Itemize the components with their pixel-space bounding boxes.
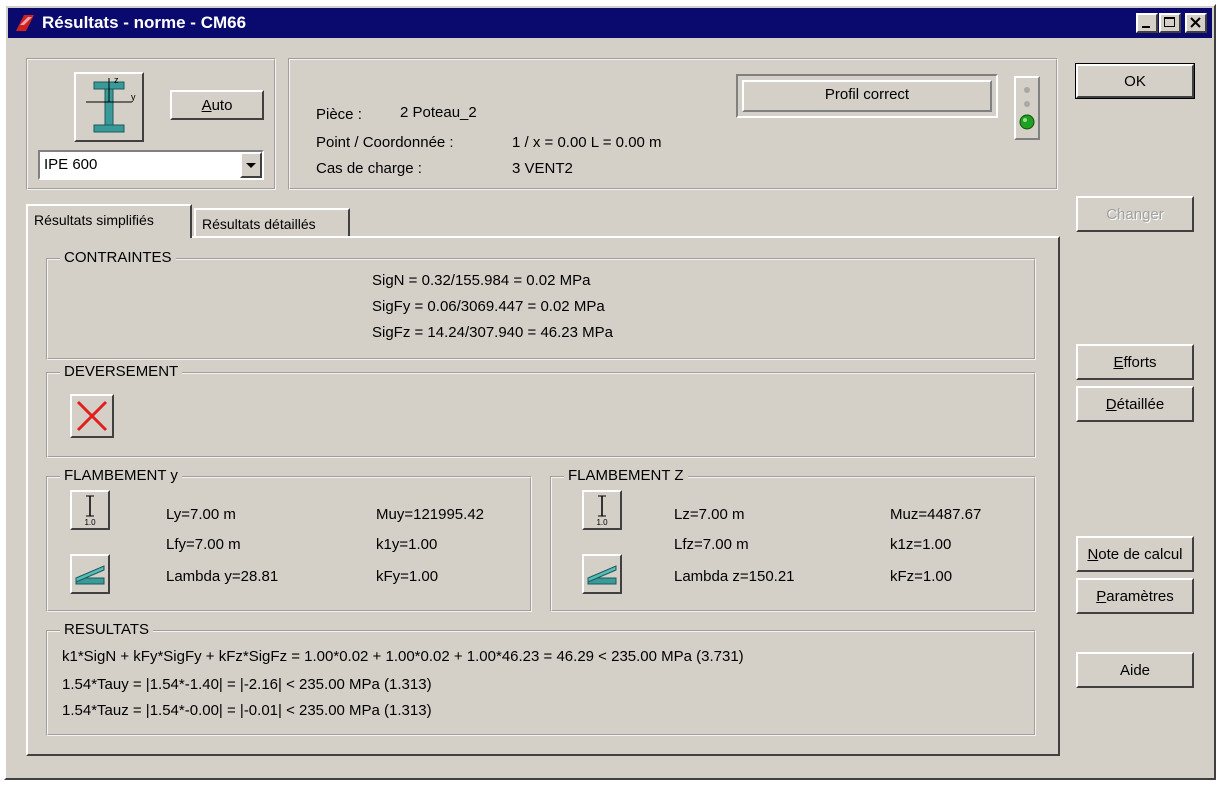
dialog-window: Résultats - norme - CM66 z y Auto IPE 60… bbox=[4, 4, 1216, 780]
resultat-line: 1.54*Tauy = |1.54*-1.40| = |-2.16| < 235… bbox=[62, 676, 432, 693]
k1z-value: k1z=1.00 bbox=[890, 536, 952, 553]
profile-select[interactable]: IPE 600 bbox=[38, 150, 264, 180]
buckling-length-z-button[interactable]: 1.0 bbox=[582, 490, 622, 530]
resultats-title: RESULTATS bbox=[60, 621, 154, 638]
piece-label: Pièce : bbox=[316, 106, 362, 123]
deversement-group: DEVERSEMENT bbox=[46, 363, 1036, 458]
sigfz-line: SigFz = 14.24/307.940 = 46.23 MPa bbox=[372, 324, 614, 341]
resultat-line: 1.54*Tauz = |1.54*-0.00| = |-0.01| < 235… bbox=[62, 702, 432, 719]
info-panel: Pièce : 2 Poteau_2 Point / Coordonnée : … bbox=[288, 58, 1058, 190]
deversement-button[interactable] bbox=[70, 394, 114, 438]
i-beam-section-icon: z y bbox=[86, 75, 136, 133]
tab-label: Résultats détaillés bbox=[202, 216, 316, 232]
efforts-button[interactable]: Efforts bbox=[1076, 344, 1194, 380]
buckling-diagram-icon bbox=[587, 565, 617, 585]
deversement-title: DEVERSEMENT bbox=[60, 363, 183, 380]
note-accel: N bbox=[1087, 545, 1099, 563]
lfy-value: Lfy=7.00 m bbox=[166, 536, 241, 553]
tab-page: CONTRAINTES SigN = 0.32/155.984 = 0.02 M… bbox=[26, 236, 1060, 756]
buckling-params-y-button[interactable] bbox=[70, 554, 110, 594]
maximize-icon bbox=[1164, 17, 1175, 27]
changer-label: Changer bbox=[1106, 205, 1164, 223]
status-field: Profil correct bbox=[736, 74, 998, 118]
buckling-params-z-button[interactable] bbox=[582, 554, 622, 594]
detaillee-button[interactable]: Détaillée bbox=[1076, 386, 1194, 422]
parametres-button[interactable]: Paramètres bbox=[1076, 578, 1194, 614]
close-icon bbox=[1190, 17, 1201, 28]
lz-value: Lz=7.00 m bbox=[674, 506, 745, 523]
kfy-value: kFy=1.00 bbox=[376, 568, 439, 585]
aide-button[interactable]: Aide bbox=[1076, 652, 1194, 688]
auto-button[interactable]: Auto bbox=[170, 90, 264, 120]
flambement-y-title: FLAMBEMENT y bbox=[60, 467, 182, 484]
k1y-value: k1y=1.00 bbox=[376, 536, 438, 553]
flambement-z-group: FLAMBEMENT Z 1.0 Lz=7.00 m Lfz=7.00 m La… bbox=[550, 467, 1036, 612]
flambement-z-title: FLAMBEMENT Z bbox=[564, 467, 688, 484]
axis-y-label: y bbox=[131, 92, 136, 102]
ly-value: Ly=7.00 m bbox=[166, 506, 236, 523]
buckling-diagram-icon bbox=[75, 565, 105, 585]
app-logo-icon bbox=[16, 15, 34, 31]
efforts-label: fforts bbox=[1123, 353, 1157, 371]
resultat-line: k1*SigN + kFy*SigFy + kFz*SigFz = 1.00*0… bbox=[62, 648, 744, 665]
title-bar[interactable]: Résultats - norme - CM66 bbox=[8, 8, 1212, 38]
muy-value: Muy=121995.42 bbox=[376, 506, 485, 523]
parametres-label: aramètres bbox=[1106, 587, 1174, 605]
status-text: Profil correct bbox=[742, 80, 992, 112]
profile-select-value: IPE 600 bbox=[44, 156, 98, 173]
ok-button[interactable]: OK bbox=[1075, 63, 1195, 99]
buckling-length-icon: 1.0 bbox=[84, 495, 96, 527]
piece-value: 2 Poteau_2 bbox=[400, 104, 477, 121]
traffic-light-icon bbox=[1019, 87, 1035, 130]
ok-label: OK bbox=[1124, 72, 1146, 90]
case-label: Cas de charge : bbox=[316, 160, 422, 177]
minimize-button[interactable] bbox=[1136, 13, 1158, 33]
detaillee-accel: D bbox=[1105, 395, 1117, 413]
lfz-value: Lfz=7.00 m bbox=[674, 536, 749, 553]
lambda-z-value: Lambda z=150.21 bbox=[674, 568, 795, 585]
tab-resultats-simplifies[interactable]: Résultats simplifiés bbox=[26, 204, 192, 238]
aide-label: Aide bbox=[1119, 661, 1151, 679]
note-label: ote de calcul bbox=[1098, 545, 1183, 563]
chevron-down-icon bbox=[246, 163, 256, 168]
contraintes-title: CONTRAINTES bbox=[60, 249, 176, 266]
point-label: Point / Coordonnée : bbox=[316, 134, 454, 151]
tab-resultats-detailles[interactable]: Résultats détaillés bbox=[194, 208, 350, 236]
sign-line: SigN = 0.32/155.984 = 0.02 MPa bbox=[372, 272, 591, 289]
efforts-accel: E bbox=[1113, 353, 1124, 371]
buckling-length-icon: 1.0 bbox=[596, 495, 608, 527]
note-de-calcul-button[interactable]: Note de calcul bbox=[1076, 536, 1194, 572]
axis-z-label: z bbox=[114, 75, 119, 85]
maximize-button[interactable] bbox=[1159, 13, 1181, 33]
window-title: Résultats - norme - CM66 bbox=[42, 13, 247, 32]
resultats-group: RESULTATS k1*SigN + kFy*SigFy + kFz*SigF… bbox=[46, 621, 1036, 736]
contraintes-group: CONTRAINTES SigN = 0.32/155.984 = 0.02 M… bbox=[46, 249, 1036, 360]
lambda-y-value: Lambda y=28.81 bbox=[166, 568, 279, 585]
buckling-coef-z: 1.0 bbox=[596, 518, 608, 527]
parametres-accel: P bbox=[1096, 587, 1107, 605]
auto-button-label: uto bbox=[211, 96, 233, 114]
sigfy-line: SigFy = 0.06/3069.447 = 0.02 MPa bbox=[372, 298, 605, 315]
kfz-value: kFz=1.00 bbox=[890, 568, 953, 585]
profile-dropdown-button[interactable] bbox=[240, 152, 262, 178]
case-value: 3 VENT2 bbox=[512, 160, 573, 177]
buckling-length-y-button[interactable]: 1.0 bbox=[70, 490, 110, 530]
buckling-coef-y: 1.0 bbox=[84, 518, 96, 527]
profile-panel: z y Auto IPE 600 bbox=[26, 58, 276, 190]
detaillee-label: étaillée bbox=[1116, 395, 1165, 413]
auto-button-accel: A bbox=[201, 96, 212, 114]
minimize-icon bbox=[1142, 26, 1150, 28]
changer-button[interactable]: Changer bbox=[1076, 196, 1194, 232]
red-cross-icon bbox=[76, 400, 108, 432]
tab-label: Résultats simplifiés bbox=[34, 212, 154, 228]
section-preview-button[interactable]: z y bbox=[74, 72, 144, 142]
close-window-button[interactable] bbox=[1185, 13, 1207, 33]
flambement-y-group: FLAMBEMENT y 1.0 Ly=7.00 m Lfy=7.00 m La… bbox=[46, 467, 532, 612]
status-light bbox=[1014, 76, 1040, 140]
muz-value: Muz=4487.67 bbox=[890, 506, 982, 523]
point-value: 1 / x = 0.00 L = 0.00 m bbox=[512, 134, 662, 151]
